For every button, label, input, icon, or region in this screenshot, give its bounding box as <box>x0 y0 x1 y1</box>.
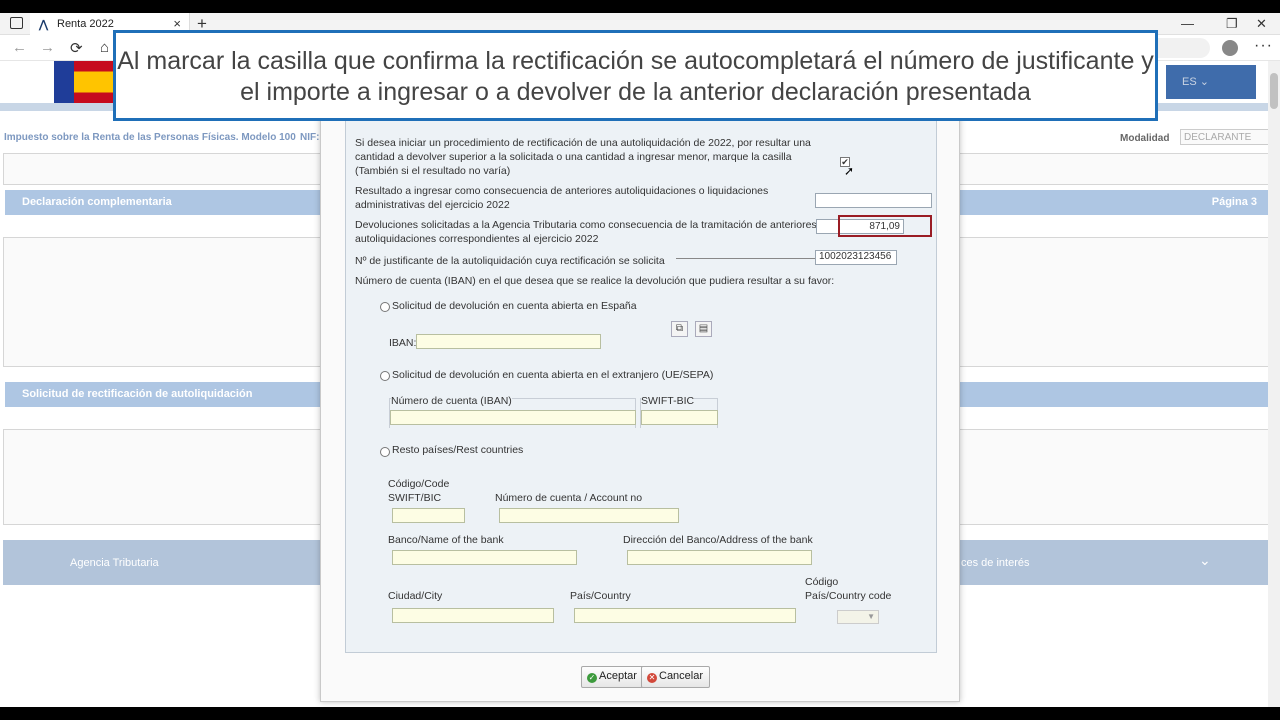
resultado-input[interactable] <box>815 193 932 208</box>
scrollbar-thumb[interactable] <box>1270 73 1278 109</box>
close-window-button[interactable]: ✕ <box>1256 16 1267 32</box>
reload-icon[interactable]: ⟳ <box>70 39 83 57</box>
page-number: Página 3 <box>1211 196 1257 208</box>
chevron-down-icon[interactable]: ⌄ <box>1199 552 1211 569</box>
banco-label: Banco/Name of the bank <box>388 534 504 546</box>
devoluciones-label: Devoluciones solicitadas a la Agencia Tr… <box>355 219 817 231</box>
resultado-label: Resultado a ingresar como consecuencia d… <box>355 185 769 197</box>
copy-icon[interactable]: ⧉ <box>671 321 688 337</box>
cuenta-label: Número de cuenta (IBAN) en el que desea … <box>355 275 835 287</box>
pais-input[interactable] <box>574 608 796 623</box>
leader-line <box>676 258 836 259</box>
footer-enlaces-link[interactable]: ces de interés <box>961 557 1029 569</box>
radio-espana-label: Solicitud de devolución en cuenta abiert… <box>392 300 637 312</box>
breadcrumb: Impuesto sobre la Renta de las Personas … <box>4 132 296 143</box>
dialog-panel: Si desea iniciar un procedimiento de rec… <box>345 107 937 653</box>
language-button[interactable] <box>1166 65 1256 99</box>
swift-resto-input[interactable] <box>392 508 465 523</box>
iban-extranjero-input[interactable] <box>390 410 636 425</box>
forward-icon[interactable]: → <box>40 39 55 56</box>
radio-resto-label: Resto países/Rest countries <box>392 444 524 456</box>
radio-espana[interactable] <box>380 302 390 312</box>
mouse-cursor-icon: ➚ <box>844 164 855 178</box>
check-icon: ✓ <box>587 673 597 683</box>
page-scrollbar[interactable] <box>1268 61 1280 707</box>
banco-input[interactable] <box>392 550 577 565</box>
restore-button[interactable]: ❐ <box>1226 16 1238 32</box>
cancelar-button[interactable]: ✕ Cancelar <box>641 666 711 688</box>
nif-label: NIF: <box>300 132 320 143</box>
devoluciones-label: autoliquidaciones correspondientes al ej… <box>355 233 599 245</box>
direccion-input[interactable] <box>627 550 812 565</box>
more-icon[interactable]: ··· <box>1254 37 1273 55</box>
radio-extranjero[interactable] <box>380 371 390 381</box>
num-cuenta-iban-label: Número de cuenta (IBAN) <box>391 394 512 408</box>
paste-icon[interactable]: ▤ <box>695 321 712 337</box>
codigo-pais-label: País/Country code <box>805 590 892 602</box>
rectificacion-dialog: Si desea iniciar un procedimiento de rec… <box>320 106 960 702</box>
caption-line: el importe a ingresar o a devolver de la… <box>240 78 1031 106</box>
pais-label: País/Country <box>570 590 631 602</box>
aeat-favicon-icon: ⋀ <box>39 19 49 31</box>
aceptar-button[interactable]: ✓ Aceptar <box>581 666 644 688</box>
intro-text-line: cantidad a devolver superior a la solici… <box>355 151 792 163</box>
footer-agencia-link[interactable]: Agencia Tributaria <box>70 557 159 569</box>
swift-bic-label: SWIFT-BIC <box>641 394 695 408</box>
swift-bic-input[interactable] <box>641 410 718 425</box>
iban-label: IBAN: <box>389 337 417 349</box>
chevron-down-icon: ▼ <box>867 612 875 621</box>
justificante-label: Nº de justificante de la autoliquidación… <box>355 255 665 267</box>
swift-bic-label: SWIFT/BIC <box>388 492 442 504</box>
codigo-code-label: Código/Code <box>388 478 450 490</box>
radio-resto[interactable] <box>380 447 390 457</box>
modalidad-label: Modalidad <box>1120 133 1170 144</box>
codigo-pais-label: Código <box>805 576 839 588</box>
language-label: ES ⌄ <box>1182 76 1209 88</box>
ciudad-input[interactable] <box>392 608 554 623</box>
cancel-icon: ✕ <box>647 673 657 683</box>
tab-close-icon[interactable]: × <box>173 16 181 31</box>
iban-input[interactable] <box>416 334 601 349</box>
radio-extranjero-label: Solicitud de devolución en cuenta abiert… <box>392 369 714 381</box>
profile-icon[interactable] <box>1222 40 1238 56</box>
section-title: Solicitud de rectificación de autoliquid… <box>22 388 253 400</box>
tab-title: Renta 2022 <box>57 18 114 30</box>
intro-text-line: (También si el resultado no varía) <box>355 165 511 177</box>
account-no-input[interactable] <box>499 508 679 523</box>
justificante-input[interactable]: 1002023123456 <box>815 250 897 265</box>
intro-text-line: Si desea iniciar un procedimiento de rec… <box>355 137 811 149</box>
tab-actions-icon[interactable] <box>10 17 23 29</box>
caption-line: Al marcar la casilla que confirma la rec… <box>117 47 1154 75</box>
modalidad-select[interactable]: DECLARANTE <box>1180 129 1274 145</box>
section-title: Declaración complementaria <box>22 196 172 208</box>
tutorial-caption: Al marcar la casilla que confirma la rec… <box>113 30 1158 121</box>
codigo-pais-select[interactable]: ▼ <box>837 610 879 624</box>
resultado-label: administrativas del ejercicio 2022 <box>355 199 510 211</box>
ciudad-label: Ciudad/City <box>388 590 443 602</box>
eu-flag-logo <box>54 61 74 103</box>
minimize-button[interactable]: — <box>1181 16 1194 31</box>
back-icon[interactable]: ← <box>12 39 27 56</box>
direccion-label: Dirección del Banco/Address of the bank <box>623 534 813 546</box>
account-no-label: Número de cuenta / Account no <box>495 492 643 504</box>
home-icon[interactable]: ⌂ <box>100 39 109 56</box>
highlight-box <box>838 215 932 237</box>
